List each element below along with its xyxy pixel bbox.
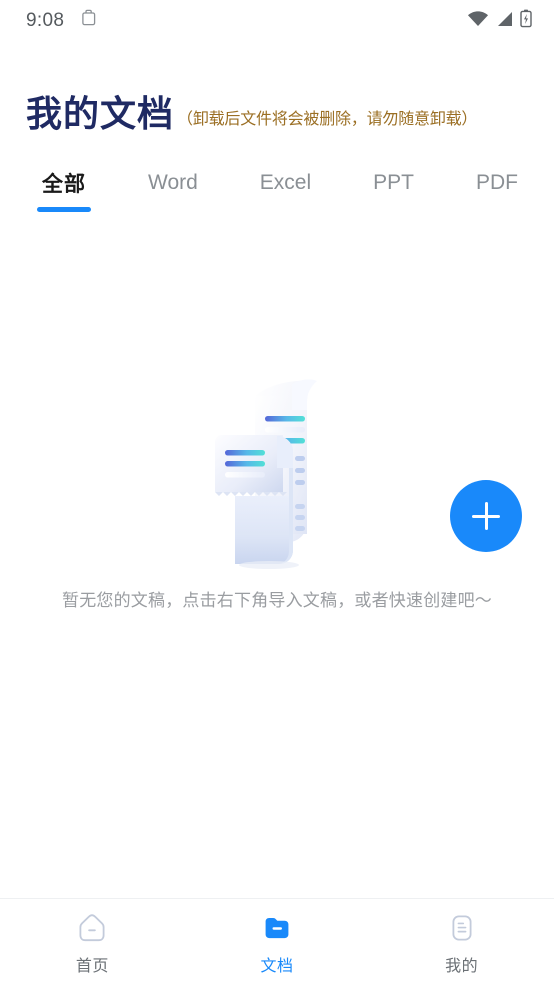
status-time: 9:08 <box>26 10 65 31</box>
page-header: 我的文档 （卸载后文件将会被删除，请勿随意卸载） <box>0 42 554 132</box>
tab-ppt-label: PPT <box>373 171 414 194</box>
add-document-fab[interactable] <box>450 480 522 552</box>
battery-charging-icon <box>520 9 532 33</box>
nav-item-mine[interactable]: 我的 <box>369 911 554 976</box>
status-bar-right <box>467 9 532 33</box>
category-tabs: 全部 Word Excel PPT PDF <box>37 132 554 212</box>
bottom-navigation: 首页 文档 我的 <box>0 898 554 984</box>
empty-state-message: 暂无您的文稿，点击右下角导入文稿，或者快速创建吧～ <box>62 591 492 610</box>
app-screen: 9:08 我的文档 （卸载后文件将会被删除，请勿随意卸载） 全部 Word Ex… <box>0 0 554 984</box>
page-title: 我的文档 <box>26 93 175 134</box>
nav-item-home-label: 首页 <box>75 958 109 975</box>
tab-pdf-label: PDF <box>476 171 518 194</box>
tab-excel[interactable]: Excel <box>260 171 311 209</box>
tab-all[interactable]: 全部 <box>37 168 91 212</box>
tab-excel-label: Excel <box>259 171 312 194</box>
folder-icon <box>260 911 294 945</box>
status-bar: 9:08 <box>0 0 554 42</box>
tab-word-label: Word <box>148 171 198 194</box>
profile-list-icon <box>445 911 479 945</box>
signal-icon <box>496 11 513 32</box>
tab-pdf[interactable]: PDF <box>476 171 518 209</box>
documents-illustration <box>197 372 357 572</box>
home-icon <box>75 911 109 945</box>
tab-word[interactable]: Word <box>148 171 198 209</box>
clipboard-icon <box>80 9 97 33</box>
tab-all-label: 全部 <box>42 173 86 196</box>
tab-ppt[interactable]: PPT <box>373 171 414 209</box>
page-subtitle: （卸载后文件将会被删除，请勿随意卸载） <box>177 111 478 128</box>
nav-item-documents-label: 文档 <box>260 958 294 975</box>
status-bar-left: 9:08 <box>26 9 97 33</box>
nav-item-home[interactable]: 首页 <box>0 911 185 976</box>
nav-item-mine-label: 我的 <box>445 958 479 975</box>
wifi-icon <box>467 10 489 32</box>
plus-icon-vertical <box>484 502 488 530</box>
document-list-empty-state: 暂无您的文稿，点击右下角导入文稿，或者快速创建吧～ <box>0 212 554 898</box>
nav-item-documents[interactable]: 文档 <box>185 911 370 976</box>
